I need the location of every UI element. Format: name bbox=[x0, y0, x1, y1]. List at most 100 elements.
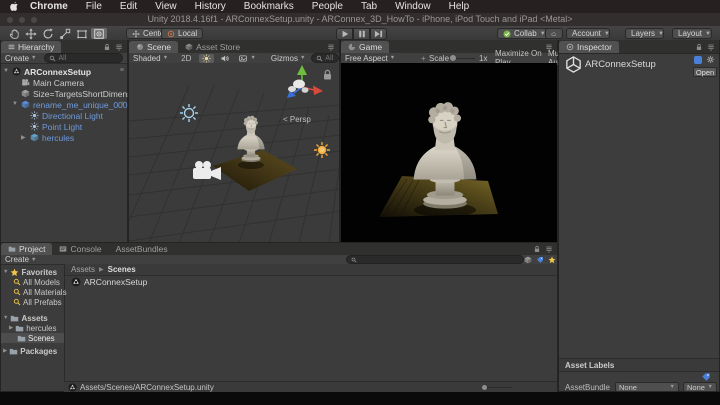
thumbnail-size-knob[interactable] bbox=[482, 384, 487, 390]
tab-asset-store[interactable]: Asset Store bbox=[178, 41, 247, 53]
file-arconnexsetup[interactable]: ARConnexSetup bbox=[65, 276, 557, 288]
hand-tool-icon[interactable] bbox=[6, 28, 22, 39]
gizmos-dropdown[interactable]: Gizmos ▼ bbox=[267, 54, 310, 63]
menu-people[interactable]: People bbox=[303, 0, 352, 13]
transform-tool-icon[interactable] bbox=[91, 28, 107, 39]
rect-tool-icon[interactable] bbox=[74, 28, 90, 39]
expander-icon[interactable]: ▶ bbox=[21, 134, 26, 141]
panel-menu-icon[interactable] bbox=[545, 245, 553, 253]
favorite-all-models[interactable]: All Models bbox=[13, 277, 60, 287]
lock-icon[interactable] bbox=[324, 69, 331, 80]
rotation-local-button[interactable]: Local bbox=[161, 28, 204, 39]
menu-history[interactable]: History bbox=[186, 0, 235, 13]
add-resolution-button[interactable]: + bbox=[421, 54, 426, 63]
breadcrumb-scenes[interactable]: Scenes bbox=[108, 265, 136, 274]
scene-options-icon[interactable]: ≡ bbox=[120, 67, 124, 74]
2d-toggle[interactable]: 2D bbox=[178, 54, 194, 63]
camera-gizmo[interactable] bbox=[193, 161, 221, 180]
scene-lighting-toggle[interactable] bbox=[199, 53, 215, 63]
expander-icon[interactable]: ▼ bbox=[3, 68, 9, 74]
hierarchy-item-hercules[interactable]: ▶ hercules bbox=[1, 132, 127, 143]
favorites-root[interactable]: ▼ Favorites bbox=[1, 267, 64, 277]
panel-menu-icon[interactable] bbox=[327, 43, 335, 51]
assetbundle-variant-select[interactable]: None ▼ bbox=[683, 382, 717, 392]
hierarchy-item-rename-me-unique[interactable]: ▼ rename_me_unique_0001 › bbox=[1, 99, 132, 110]
hierarchy-search-input[interactable]: All bbox=[44, 53, 123, 63]
help-icon[interactable] bbox=[694, 56, 702, 64]
layout-dropdown[interactable]: Layout ▼ bbox=[672, 28, 712, 39]
tab-hierarchy[interactable]: Hierarchy bbox=[1, 41, 62, 53]
scene-effects-dropdown[interactable]: ▼ bbox=[235, 54, 258, 63]
orientation-gizmo[interactable] bbox=[287, 65, 323, 98]
hierarchy-item-scene-root[interactable]: ▼ ARConnexSetup ≡ bbox=[1, 66, 127, 77]
layers-dropdown[interactable]: Layers ▼ bbox=[625, 28, 664, 39]
thumbnail-size-slider[interactable] bbox=[484, 386, 512, 389]
open-button[interactable]: Open bbox=[693, 67, 717, 77]
hierarchy-item-size-target[interactable]: Size=TargetsShortDimension bbox=[1, 88, 143, 99]
menu-tab[interactable]: Tab bbox=[352, 0, 386, 13]
cloud-button[interactable] bbox=[545, 28, 563, 39]
expander-icon[interactable]: ▼ bbox=[12, 101, 18, 107]
menu-view[interactable]: View bbox=[146, 0, 186, 13]
prefab-open-arrow-icon[interactable]: › bbox=[122, 100, 124, 107]
menu-chrome[interactable]: Chrome bbox=[21, 0, 77, 13]
light-icon bbox=[30, 111, 39, 120]
tab-console[interactable]: Console bbox=[52, 243, 108, 255]
pause-icon bbox=[358, 30, 365, 37]
step-button[interactable] bbox=[370, 27, 387, 40]
point-light-gizmo[interactable] bbox=[314, 142, 330, 158]
breadcrumb-assets[interactable]: Assets bbox=[71, 265, 95, 274]
favorite-all-materials[interactable]: All Materials bbox=[13, 287, 67, 297]
label-tag-icon[interactable] bbox=[701, 372, 711, 382]
rotate-tool-icon[interactable] bbox=[40, 28, 56, 39]
tab-inspector[interactable]: Inspector bbox=[559, 41, 619, 53]
asset-labels-header[interactable]: Asset Labels bbox=[559, 358, 719, 372]
directional-light-gizmo[interactable] bbox=[180, 104, 198, 122]
scene-viewport[interactable]: < Persp bbox=[129, 63, 339, 242]
hierarchy-item-main-camera[interactable]: Main Camera bbox=[1, 77, 127, 88]
scene-audio-toggle[interactable] bbox=[217, 54, 232, 63]
hierarchy-item-directional-light[interactable]: Directional Light bbox=[1, 110, 127, 121]
draw-mode-dropdown[interactable]: Shaded ▼ bbox=[129, 54, 172, 63]
gear-icon[interactable] bbox=[706, 55, 715, 64]
tab-project[interactable]: Project bbox=[1, 243, 53, 255]
hierarchy-create-button[interactable]: Create ▼ bbox=[1, 54, 40, 63]
search-by-label-icon[interactable] bbox=[536, 256, 544, 264]
folder-hercules[interactable]: ▶ hercules bbox=[9, 323, 56, 333]
menu-bookmarks[interactable]: Bookmarks bbox=[235, 0, 303, 13]
menu-help[interactable]: Help bbox=[440, 0, 479, 13]
tab-scene[interactable]: Scene bbox=[129, 41, 179, 53]
menu-file[interactable]: File bbox=[77, 0, 111, 13]
search-by-type-icon[interactable] bbox=[524, 256, 532, 264]
tab-assetbundles[interactable]: AssetBundles bbox=[109, 243, 175, 255]
aspect-ratio-dropdown[interactable]: Free Aspect ▼ bbox=[341, 54, 399, 63]
game-viewport[interactable] bbox=[341, 63, 557, 242]
projection-mode-label[interactable]: < Persp bbox=[283, 115, 311, 124]
collab-dropdown[interactable]: Collab ▼ bbox=[497, 28, 552, 39]
lock-icon[interactable] bbox=[695, 43, 703, 51]
move-tool-icon[interactable] bbox=[23, 28, 39, 39]
lock-icon[interactable] bbox=[103, 43, 111, 51]
play-button[interactable] bbox=[336, 27, 353, 40]
assetbundle-select[interactable]: None ▼ bbox=[615, 382, 679, 392]
hierarchy-item-point-light[interactable]: Point Light bbox=[1, 121, 127, 132]
pause-button[interactable] bbox=[353, 27, 370, 40]
panel-menu-icon[interactable] bbox=[707, 43, 715, 51]
folder-assets[interactable]: ▼ Assets bbox=[1, 313, 64, 323]
scale-tool-icon[interactable] bbox=[57, 28, 73, 39]
account-dropdown[interactable]: Account ▼ bbox=[566, 28, 610, 39]
project-search-input[interactable] bbox=[346, 255, 524, 264]
tab-game[interactable]: Game bbox=[341, 41, 390, 53]
scale-slider-knob[interactable] bbox=[450, 55, 456, 61]
favorites-star-icon[interactable] bbox=[548, 256, 556, 264]
scene-search-input[interactable]: All bbox=[311, 53, 339, 63]
apple-icon[interactable] bbox=[9, 1, 19, 12]
folder-scenes[interactable]: Scenes bbox=[1, 333, 64, 343]
menu-window[interactable]: Window bbox=[386, 0, 440, 13]
panel-menu-icon[interactable] bbox=[115, 43, 123, 51]
lock-icon[interactable] bbox=[533, 245, 541, 253]
folder-packages[interactable]: ▶ Packages bbox=[1, 346, 64, 356]
project-create-button[interactable]: Create ▼ bbox=[1, 255, 40, 264]
menu-edit[interactable]: Edit bbox=[111, 0, 146, 13]
favorite-all-prefabs[interactable]: All Prefabs bbox=[13, 297, 62, 307]
